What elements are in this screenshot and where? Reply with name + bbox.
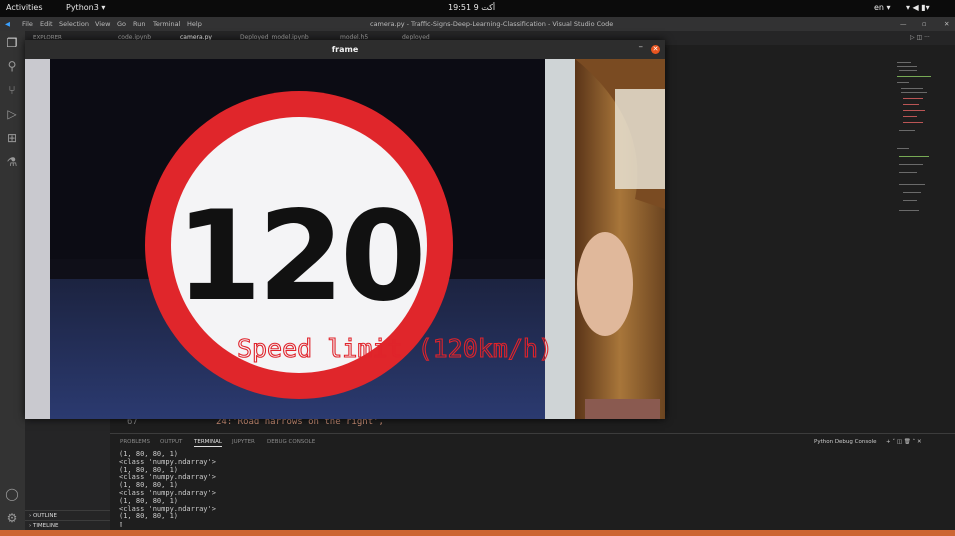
run-icon[interactable]: ▷ ◫ ··· bbox=[910, 34, 930, 41]
explorer-icon[interactable]: ❐ bbox=[5, 36, 19, 50]
sign-number: 120 bbox=[176, 185, 423, 329]
extensions-icon[interactable]: ⊞ bbox=[5, 131, 19, 145]
prediction-label: Speed limit (120km/h) bbox=[237, 334, 553, 363]
testing-icon[interactable]: ⚗ bbox=[5, 155, 19, 169]
run-debug-icon[interactable]: ▷ bbox=[5, 107, 19, 121]
camera-image: 120 Speed limit (120km/h) bbox=[25, 59, 665, 419]
frame-minimize-icon[interactable]: – bbox=[639, 42, 644, 52]
minimap[interactable] bbox=[895, 60, 950, 230]
system-tray-icon[interactable]: ▾ ◀ ▮▾ bbox=[906, 3, 930, 12]
tab-terminal[interactable]: TERMINAL bbox=[194, 439, 222, 447]
frame-titlebar[interactable]: frame bbox=[25, 40, 665, 59]
menu-view[interactable]: View bbox=[95, 20, 110, 28]
settings-gear-icon[interactable]: ⚙ bbox=[5, 511, 19, 525]
tab-debug-console[interactable]: DEBUG CONSOLE bbox=[267, 439, 315, 445]
app-menu[interactable]: Python3 ▾ bbox=[66, 3, 105, 12]
debug-console-selector[interactable]: Python Debug Console bbox=[814, 439, 876, 445]
language-indicator[interactable]: en ▾ bbox=[874, 3, 891, 12]
outline-header[interactable]: › OUTLINE bbox=[25, 510, 110, 520]
status-bar bbox=[0, 530, 955, 536]
menu-run[interactable]: Run bbox=[133, 20, 145, 28]
search-icon[interactable]: ⚲ bbox=[5, 59, 19, 73]
frame-title: frame bbox=[331, 45, 359, 54]
activities-button[interactable]: Activities bbox=[6, 3, 43, 12]
menu-file[interactable]: File bbox=[22, 20, 33, 28]
clock[interactable]: أكت 9 19:51 bbox=[448, 3, 495, 12]
timeline-header[interactable]: › TIMELINE bbox=[25, 520, 110, 530]
frame-close-icon[interactable]: ✕ bbox=[651, 45, 660, 54]
menu-go[interactable]: Go bbox=[117, 20, 126, 28]
tab-problems[interactable]: PROBLEMS bbox=[120, 439, 150, 445]
panel-actions-icon[interactable]: + ˅ ◫ 🗑 ˄ ✕ bbox=[886, 439, 922, 445]
bottom-panel: PROBLEMS OUTPUT TERMINAL JUPYTER DEBUG C… bbox=[110, 433, 955, 530]
system-topbar: Activities Python3 ▾ أكت 9 19:51 en ▾ ▾ … bbox=[0, 0, 955, 17]
frame-window[interactable]: frame – ✕ 120 Speed limit (120km/h) bbox=[25, 40, 665, 419]
menu-edit[interactable]: Edit bbox=[40, 20, 53, 28]
menu-terminal[interactable]: Terminal bbox=[153, 20, 180, 28]
account-icon[interactable]: ◯ bbox=[5, 487, 19, 501]
window-title: camera.py - Traffic-Signs-Deep-Learning-… bbox=[370, 20, 614, 28]
camera-feed: 120 Speed limit (120km/h) bbox=[25, 59, 665, 419]
menu-help[interactable]: Help bbox=[187, 20, 202, 28]
vscode-titlebar: ◀ File Edit Selection View Go Run Termin… bbox=[0, 17, 955, 31]
activity-bar: ❐ ⚲ ⑂ ▷ ⊞ ⚗ ◯ ⚙ bbox=[0, 31, 25, 530]
tab-output[interactable]: OUTPUT bbox=[160, 439, 182, 445]
restore-icon[interactable]: ▫ bbox=[922, 20, 926, 28]
source-control-icon[interactable]: ⑂ bbox=[5, 83, 19, 97]
terminal-output[interactable]: (1, 80, 80, 1) <class 'numpy.ndarray'> (… bbox=[119, 450, 216, 529]
tab-jupyter[interactable]: JUPYTER bbox=[232, 439, 255, 445]
minimize-icon[interactable]: — bbox=[900, 20, 907, 28]
vscode-logo-icon: ◀ bbox=[5, 20, 10, 28]
outline-section: › OUTLINE › TIMELINE bbox=[25, 510, 110, 530]
menu-selection[interactable]: Selection bbox=[59, 20, 89, 28]
close-icon[interactable]: ✕ bbox=[944, 20, 949, 28]
